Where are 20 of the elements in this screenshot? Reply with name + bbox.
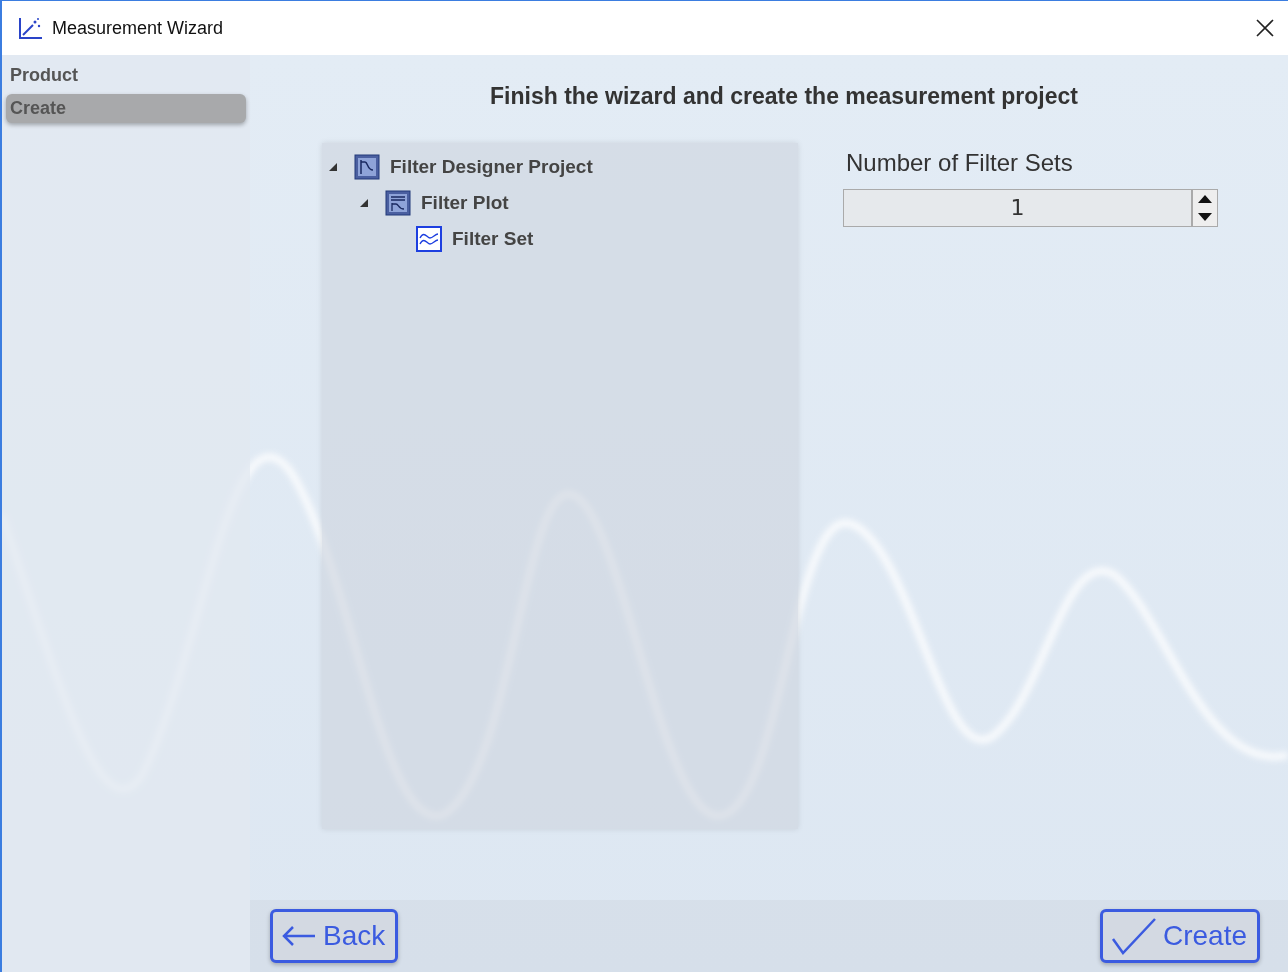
back-button[interactable]: Back [270,909,399,963]
create-button[interactable]: Create [1099,909,1260,963]
left-arrow-icon [281,925,317,947]
collapse-arrow-icon[interactable] [359,198,369,208]
sidebar-item[interactable]: Product [6,61,246,90]
close-icon[interactable] [1256,19,1274,37]
tree-item[interactable]: Filter Plot [421,192,509,214]
window-title: Measurement Wizard [52,17,225,39]
checkmark-icon [1110,917,1157,955]
wave-icon [416,226,442,252]
field-label: Number of Filter Sets [846,149,1074,177]
filter-plot-icon [385,190,411,216]
tree-item[interactable]: Filter Designer Project [390,156,593,178]
collapse-arrow-icon[interactable] [328,162,338,172]
tree-item[interactable]: Filter Set [452,228,534,250]
spinner-buttons[interactable] [1192,189,1218,227]
chart-wand-icon [18,16,44,40]
filter-curve-icon [354,154,380,180]
number-field[interactable]: 1 [843,189,1192,227]
page-heading: Finish the wizard and create the measurement project [489,82,1079,111]
